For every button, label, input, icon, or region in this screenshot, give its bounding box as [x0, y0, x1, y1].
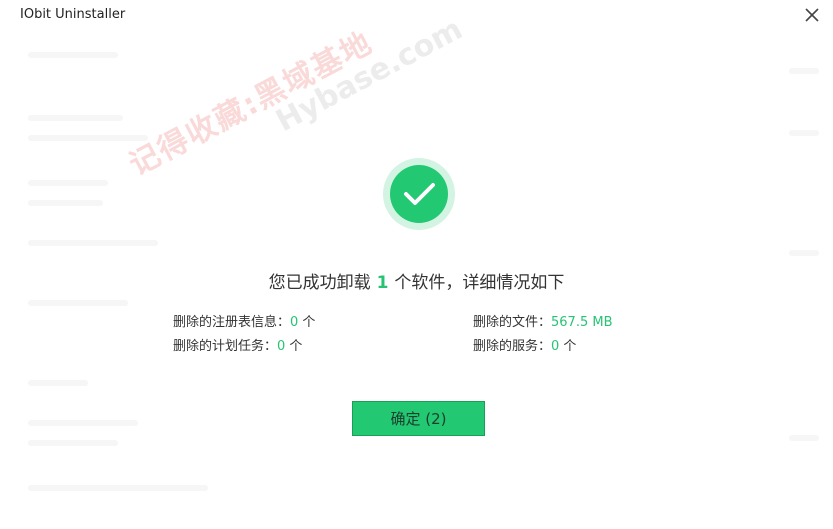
ghost-row — [28, 200, 103, 206]
stat-tasks-unit: 个 — [285, 339, 303, 354]
result-headline: 您已成功卸载 1 个软件，详细情况如下 — [0, 268, 833, 293]
ghost-row — [28, 440, 118, 446]
ghost-row — [28, 240, 158, 246]
ghost-row — [28, 52, 118, 58]
uninstalled-count: 1 — [376, 273, 389, 293]
ghost-row — [789, 130, 819, 136]
watermark-en: Hybase.com — [270, 11, 469, 140]
ghost-row — [28, 300, 128, 306]
checkmark-circle-icon — [383, 158, 455, 230]
stat-registry-label: 删除的注册表信息： — [173, 315, 291, 330]
stat-services-label: 删除的服务： — [473, 339, 552, 354]
stat-registry: 删除的注册表信息：0 个 — [173, 311, 315, 330]
ghost-row — [28, 380, 88, 386]
ghost-row — [28, 115, 123, 121]
ghost-row — [28, 135, 148, 141]
window-title: IObit Uninstaller — [20, 7, 126, 22]
ghost-row — [789, 250, 819, 256]
close-button[interactable] — [801, 4, 823, 26]
stat-tasks-label: 删除的计划任务： — [173, 339, 278, 354]
stat-files-value: 567.5 MB — [551, 315, 613, 330]
ghost-row — [28, 485, 208, 491]
stat-registry-unit: 个 — [298, 315, 316, 330]
uninstall-complete-dialog: IObit Uninstaller 记得收藏:黑域基地 Hybase.com 您… — [0, 0, 833, 529]
stat-services-unit: 个 — [559, 339, 577, 354]
title-bar: IObit Uninstaller — [0, 0, 833, 30]
stat-files-label: 删除的文件： — [473, 315, 552, 330]
ghost-row — [28, 420, 138, 426]
ghost-row — [789, 68, 819, 74]
ghost-row — [28, 180, 108, 186]
ok-button[interactable]: 确定 (2) — [352, 401, 485, 436]
close-icon — [805, 8, 819, 22]
headline-suffix: 个软件，详细情况如下 — [394, 273, 565, 293]
ghost-row — [789, 435, 819, 441]
stat-tasks: 删除的计划任务：0 个 — [173, 335, 302, 354]
stat-services: 删除的服务：0 个 — [473, 335, 576, 354]
stat-files: 删除的文件：567.5 MB — [473, 311, 613, 330]
headline-prefix: 您已成功卸载 — [268, 273, 371, 293]
